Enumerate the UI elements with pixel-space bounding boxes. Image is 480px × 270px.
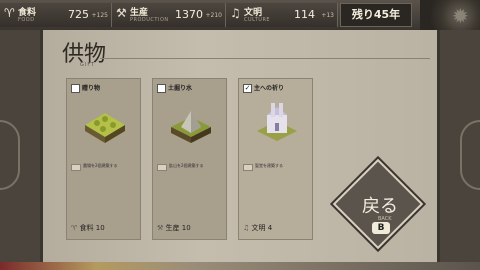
card-requirement: 聖堂を建築する <box>243 161 309 173</box>
bottom-bar <box>0 262 480 270</box>
cost-text: 食料 10 <box>79 224 105 232</box>
gear-icon: ✹ <box>452 4 469 28</box>
music-icon: ♫ <box>230 6 241 20</box>
cost-text: 文明 4 <box>251 224 273 232</box>
requirement-text: 聖堂を建築する <box>255 163 283 168</box>
gift-card-3[interactable]: ✓ 主への祈り 聖堂を建築する ♫ 文明 4 <box>238 78 313 240</box>
title-divider <box>100 58 430 59</box>
back-label: 戻る <box>362 196 398 217</box>
resource-value: 114 <box>294 8 315 21</box>
resource-value: 1370 <box>175 8 203 21</box>
resource-value: 725 <box>68 8 89 21</box>
gift-card-1[interactable]: 贈り物 農場を2個建築する ♈ 食料 10 <box>66 78 141 240</box>
cost-text: 生産 10 <box>165 224 191 232</box>
music-icon: ♫ <box>243 224 250 232</box>
resource-sub: FOOD <box>18 17 35 23</box>
card-requirement: 農場を2個建築する <box>71 161 137 173</box>
scroll-ornament <box>460 120 480 190</box>
resource-increment: +210 <box>205 12 222 19</box>
requirement-progress <box>71 164 81 171</box>
farm-icon <box>85 113 125 143</box>
page-subtitle: GIFT <box>80 62 96 68</box>
requirement-text: 鉱山を2個建築する <box>169 163 204 168</box>
card-requirement: 鉱山を2個建築する <box>157 161 223 173</box>
card-checkbox-checked[interactable]: ✓ <box>243 84 252 93</box>
hammer-icon: ⚒ <box>116 6 127 20</box>
resource-production: ⚒ 生産 PRODUCTION 1370 +210 <box>112 3 226 27</box>
food-icon: ♈ <box>71 224 78 232</box>
mountain-icon <box>171 111 211 143</box>
card-checkbox[interactable] <box>157 84 166 93</box>
resource-increment: +13 <box>321 12 334 19</box>
requirement-text: 農場を2個建築する <box>83 163 118 168</box>
card-name: 主への祈り <box>254 85 285 92</box>
resource-sub: PRODUCTION <box>130 17 169 23</box>
resource-food: ♈ 食料 FOOD 725 +125 <box>0 3 112 27</box>
card-cost: ♫ 文明 4 <box>243 223 272 233</box>
gift-card-2[interactable]: 土掘り水 鉱山を2個建築する ⚒ 生産 10 <box>152 78 227 240</box>
resource-sub: CULTURE <box>244 17 271 23</box>
food-icon: ♈ <box>4 6 15 20</box>
left-decoration <box>0 30 40 262</box>
card-cost: ♈ 食料 10 <box>71 223 105 233</box>
card-name: 贈り物 <box>82 85 101 92</box>
cathedral-icon <box>257 103 297 141</box>
requirement-progress <box>243 164 253 171</box>
back-key-hint: B <box>372 222 390 234</box>
card-checkbox[interactable] <box>71 84 80 93</box>
resource-increment: +125 <box>91 12 108 19</box>
requirement-progress <box>157 164 167 171</box>
card-cost: ⚒ 生産 10 <box>157 223 191 233</box>
resource-bar: ♈ 食料 FOOD 725 +125 ⚒ 生産 PRODUCTION 1370 … <box>0 0 480 31</box>
years-remaining: 残り45年 <box>340 3 412 27</box>
card-name: 土掘り水 <box>168 85 193 92</box>
hammer-icon: ⚒ <box>157 224 164 232</box>
right-decoration <box>440 30 480 262</box>
resource-culture: ♫ 文明 CULTURE 114 +13 <box>226 3 338 27</box>
scroll-ornament <box>0 120 20 190</box>
